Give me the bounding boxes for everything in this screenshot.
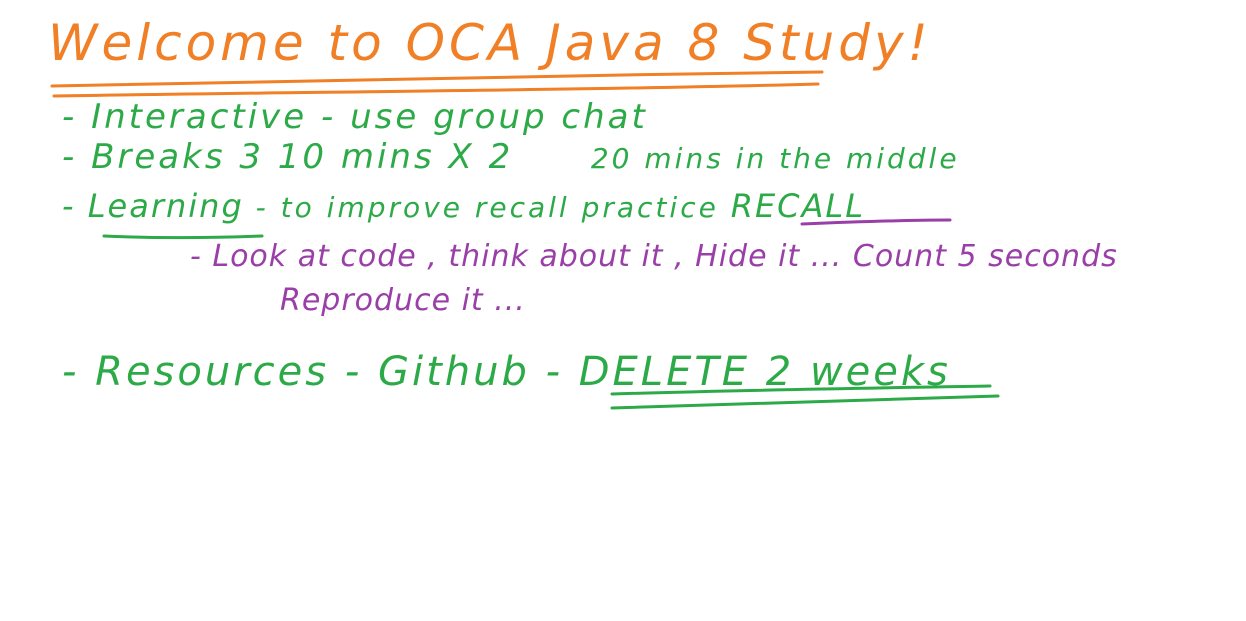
- recall-underline: [800, 218, 952, 226]
- learning-underline: [102, 234, 264, 239]
- underline-strokes: [50, 70, 1000, 410]
- title-underline-2: [52, 82, 820, 98]
- delete-underline-1: [610, 384, 992, 396]
- delete-underline-2: [610, 394, 1000, 410]
- whiteboard-canvas: Welcome to OCA Java 8 Study! - Interacti…: [0, 0, 1246, 621]
- title-underline-1: [50, 70, 824, 88]
